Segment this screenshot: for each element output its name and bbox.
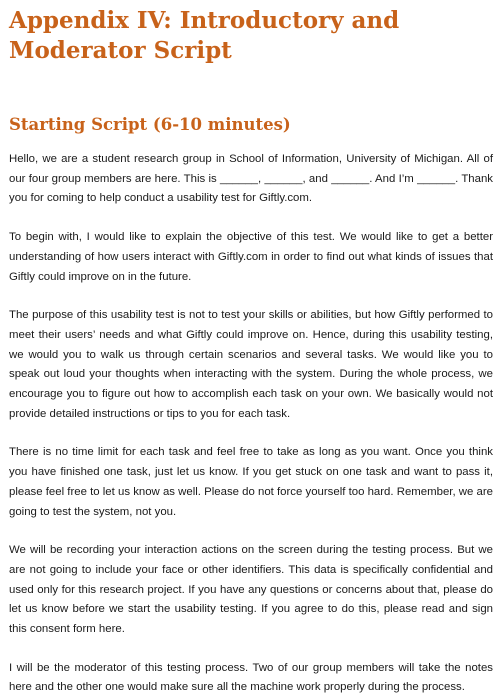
section-heading: Starting Script (6-10 minutes) <box>9 115 291 134</box>
paragraph-purpose: The purpose of this usability test is no… <box>9 309 493 420</box>
paragraph-moderator-roles: I will be the moderator of this testing … <box>9 661 493 694</box>
paragraph-greeting: Hello, we are a student research group i… <box>9 153 493 205</box>
document-page: Appendix IV: Introductory and Moderator … <box>0 0 500 693</box>
appendix-title: Appendix IV: Introductory and Moderator … <box>9 7 400 64</box>
paragraph-recording-consent: We will be recording your interaction ac… <box>9 544 493 636</box>
paragraph-objective: To begin with, I would like to explain t… <box>9 231 493 283</box>
paragraph-time-limit: There is no time limit for each task and… <box>9 446 493 518</box>
